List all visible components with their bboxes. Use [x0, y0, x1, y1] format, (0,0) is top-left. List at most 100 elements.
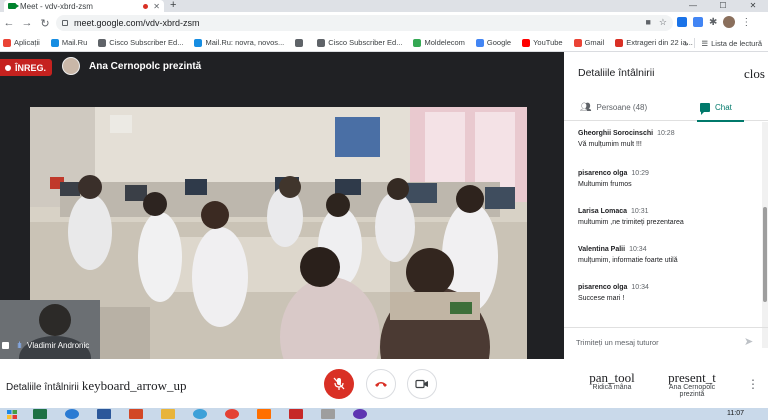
tab-people[interactable]: 👥︎ Persoane (48): [580, 94, 647, 121]
message-time: 10:29: [631, 170, 649, 177]
chat-input[interactable]: Trimiteți un mesaj tuturor: [576, 338, 659, 347]
record-dot-icon: [5, 64, 11, 71]
app-taskbar-icon[interactable]: [257, 409, 271, 419]
chevron-more-icon[interactable]: »: [684, 39, 688, 48]
message-time: 10:34: [631, 284, 649, 291]
close-window-button[interactable]: ✕: [738, 0, 768, 12]
self-name: Vladimir Andronic: [27, 340, 90, 350]
classroom-scene-image: [30, 107, 527, 387]
app-taskbar-icon[interactable]: [321, 409, 335, 419]
bookmark-star-icon[interactable]: ☆: [659, 17, 667, 28]
address-bar[interactable]: meet.google.com/vdv-xbrd-zsm ■ ☆: [56, 15, 673, 31]
chat-input-bar: Trimiteți un mesaj tuturor ➤: [564, 327, 768, 357]
bookmark-item[interactable]: Mail.Ru: [50, 38, 88, 47]
ie-taskbar-icon[interactable]: [65, 409, 79, 419]
back-button[interactable]: ←: [0, 17, 18, 29]
reading-list-icon: ☰: [701, 38, 709, 48]
presenter-text: Ana Cernopolc prezintă: [89, 60, 202, 72]
chat-message: pisarenco olga 10:29 Multumim frumos: [578, 170, 756, 188]
camera-toggle-button[interactable]: [407, 369, 437, 399]
chat-message: Gheorghii Sorocinschi 10:28 Vă mulțumim m…: [578, 130, 756, 148]
recording-badge: ÎNREG.: [0, 59, 53, 76]
more-options-icon[interactable]: ⋮: [747, 377, 759, 391]
meeting-stage: ÎNREG. Ana Cernopolc prezintă ılı Vladim…: [0, 52, 564, 387]
tab-chat[interactable]: Chat: [697, 94, 744, 122]
panel-close-button[interactable]: clos: [744, 66, 765, 82]
app-taskbar-icon[interactable]: [353, 409, 367, 419]
bookmark-item[interactable]: Extrageri din 22 ia...: [615, 38, 693, 47]
meeting-details-button[interactable]: Detaliile întâlnirii keyboard_arrow_up: [6, 378, 187, 394]
bookmark-item[interactable]: Google: [475, 38, 511, 47]
videocam-icon: [415, 379, 428, 389]
bookmark-item[interactable]: [295, 38, 306, 47]
bookmark-favicon-icon: [295, 38, 304, 47]
puzzle-extensions-icon[interactable]: ✱: [709, 17, 717, 28]
message-text: mulțumim, informatie foarte utilă: [578, 257, 678, 264]
tab-people-label: Persoane (48): [596, 103, 648, 112]
message-time: 10:28: [657, 130, 675, 137]
reload-button[interactable]: ↻: [36, 17, 54, 30]
scrollbar-thumb[interactable]: [763, 207, 767, 302]
tab-chat-label: Chat: [715, 103, 732, 112]
mic-off-icon: [333, 377, 345, 390]
bookmark-label: YouTube: [533, 38, 563, 47]
bookmark-item[interactable]: Gmail: [573, 38, 604, 47]
message-author: Larisa Lomaca: [578, 208, 628, 215]
explorer-taskbar-icon[interactable]: [161, 409, 175, 419]
bookmark-item[interactable]: YouTube: [522, 38, 563, 47]
reading-list[interactable]: » ☰ Lista de lectură: [684, 34, 762, 52]
message-author: pisarenco olga: [578, 170, 628, 177]
recording-indicator-icon: [143, 3, 149, 9]
start-button[interactable]: [0, 408, 24, 420]
message-text: Multumim frumos: [578, 181, 632, 188]
bookmark-label: Mail.Ru: [61, 38, 88, 47]
new-tab-button[interactable]: +: [170, 0, 176, 11]
pin-icon[interactable]: [2, 341, 9, 349]
bookmark-favicon-icon: [522, 38, 531, 47]
window-controls: — ☐ ✕: [678, 0, 768, 12]
bookmark-item[interactable]: Cisco Subscriber Ed...: [98, 38, 183, 47]
windows-taskbar: 11:07: [0, 408, 768, 420]
audio-level-icon: ılı: [17, 340, 22, 350]
raise-hand-button[interactable]: pan_tool Ridică mâna: [586, 371, 638, 391]
browser-tab[interactable]: Meet - vdv-xbrd-zsm ✕: [4, 0, 164, 12]
extension-icon[interactable]: [693, 17, 703, 27]
meeting-details-panel: Detaliile întâlnirii clos 👥︎ Persoane (4…: [564, 52, 768, 359]
chat-scrollbar[interactable]: [762, 122, 768, 348]
chrome-taskbar-icon[interactable]: [225, 409, 239, 419]
tab-close-icon[interactable]: ✕: [153, 2, 160, 11]
maximize-button[interactable]: ☐: [708, 0, 738, 12]
microphone-toggle-button[interactable]: [324, 369, 354, 399]
pan-tool-icon: pan_tool: [589, 370, 635, 385]
bookmark-favicon-icon: [475, 38, 484, 47]
extension-icon[interactable]: [677, 17, 687, 27]
media-taskbar-icon[interactable]: [193, 409, 207, 419]
bookmark-item[interactable]: Mail.Ru: novra, novos...: [194, 38, 284, 47]
present-now-button[interactable]: present_t Ana Cernopolc prezintă: [664, 371, 720, 398]
camera-in-use-icon[interactable]: ■: [645, 17, 650, 28]
forward-button[interactable]: →: [18, 17, 36, 29]
menu-kebab-icon[interactable]: ⋮: [741, 17, 751, 28]
bookmark-favicon-icon: [50, 38, 59, 47]
profile-avatar[interactable]: [723, 16, 736, 28]
bookmark-item[interactable]: Aplicații: [3, 38, 40, 47]
meeting-control-bar: Detaliile întâlnirii keyboard_arrow_up pa…: [0, 359, 768, 408]
bookmark-favicon-icon: [573, 38, 582, 47]
meet-favicon-icon: [8, 3, 19, 9]
bookmark-favicon-icon: [3, 38, 11, 47]
send-icon[interactable]: ➤: [744, 335, 753, 348]
bookmark-label: Cisco Subscriber Ed...: [109, 38, 184, 47]
powerpoint-taskbar-icon[interactable]: [129, 409, 143, 419]
excel-taskbar-icon[interactable]: [33, 409, 47, 419]
presenter-avatar: [62, 57, 80, 75]
minimize-button[interactable]: —: [678, 0, 708, 12]
bookmark-item[interactable]: Moldelecom: [413, 38, 465, 47]
app-taskbar-icon[interactable]: [289, 409, 303, 419]
bookmark-item[interactable]: Cisco Subscriber Ed...: [317, 38, 402, 47]
extensions-area: ✱ ⋮: [677, 16, 751, 28]
hang-up-button[interactable]: [366, 369, 396, 399]
message-text: multumim ,ne trimiteți prezentarea: [578, 219, 684, 226]
word-taskbar-icon[interactable]: [97, 409, 111, 419]
message-author: Valentina Palii: [578, 246, 626, 253]
bookmark-favicon-icon: [317, 38, 326, 47]
